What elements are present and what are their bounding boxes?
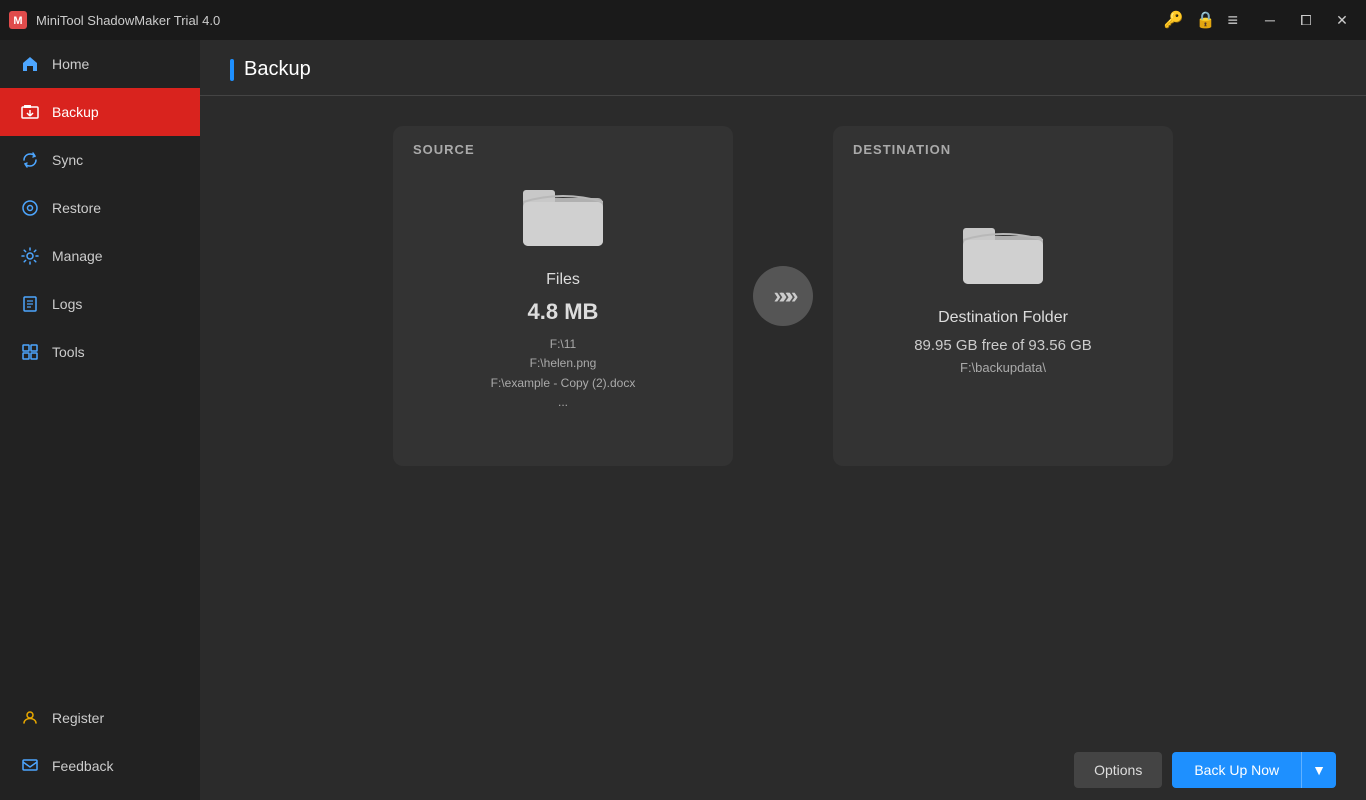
destination-path: F:\backupdata\	[960, 360, 1046, 375]
source-card[interactable]: SOURCE Files	[393, 126, 733, 466]
sidebar-item-home[interactable]: Home	[0, 40, 200, 88]
source-size: 4.8 MB	[528, 299, 599, 325]
sidebar-item-manage[interactable]: Manage	[0, 232, 200, 280]
destination-folder-icon	[963, 218, 1043, 293]
backup-content: SOURCE Files	[200, 96, 1366, 740]
backup-now-dropdown-button[interactable]: ▼	[1301, 752, 1336, 788]
app-logo-icon: M	[8, 10, 28, 30]
page-header: Backup	[200, 40, 1366, 96]
register-icon	[20, 708, 40, 728]
destination-card[interactable]: DESTINATION Destinat	[833, 126, 1173, 466]
title-bar-left: M MiniTool ShadowMaker Trial 4.0	[8, 10, 220, 30]
source-paths: F:\11 F:\helen.png F:\example - Copy (2)…	[491, 335, 636, 412]
source-folder-icon	[523, 180, 603, 255]
feedback-icon	[20, 756, 40, 776]
logs-icon	[20, 294, 40, 314]
sidebar-item-sync[interactable]: Sync	[0, 136, 200, 184]
sidebar-item-backup-label: Backup	[52, 104, 99, 120]
sidebar-item-home-label: Home	[52, 56, 89, 72]
titlebar-utilities: 🔑 🔒 ≡	[1164, 10, 1238, 31]
destination-label: DESTINATION	[853, 142, 951, 157]
svg-text:M: M	[13, 15, 22, 27]
key-icon[interactable]: 🔑	[1164, 10, 1184, 30]
backup-now-button[interactable]: Back Up Now	[1172, 752, 1301, 788]
tools-icon	[20, 342, 40, 362]
sidebar-item-backup[interactable]: Backup	[0, 88, 200, 136]
source-label: SOURCE	[413, 142, 475, 157]
sync-icon	[20, 150, 40, 170]
source-path-1: F:\11	[491, 335, 636, 354]
sidebar-item-tools[interactable]: Tools	[0, 328, 200, 376]
destination-free-space: 89.95 GB free of 93.56 GB	[914, 337, 1092, 354]
app-title: MiniTool ShadowMaker Trial 4.0	[36, 13, 220, 28]
register-label: Register	[52, 710, 104, 726]
title-bar: M MiniTool ShadowMaker Trial 4.0 🔑 🔒 ≡ ─…	[0, 0, 1366, 40]
restore-icon	[20, 198, 40, 218]
sidebar-item-logs[interactable]: Logs	[0, 280, 200, 328]
menu-icon[interactable]: ≡	[1227, 10, 1238, 31]
sidebar-item-logs-label: Logs	[52, 296, 82, 312]
home-icon	[20, 54, 40, 74]
options-button[interactable]: Options	[1074, 752, 1162, 788]
restore-button[interactable]: ⧠	[1290, 6, 1322, 34]
backup-now-wrapper: Back Up Now ▼	[1172, 752, 1336, 788]
destination-name: Destination Folder	[938, 309, 1068, 327]
sidebar-item-restore[interactable]: Restore	[0, 184, 200, 232]
source-path-2: F:\helen.png	[491, 354, 636, 373]
sidebar-item-manage-label: Manage	[52, 248, 103, 264]
source-name: Files	[546, 271, 580, 289]
sidebar-item-feedback[interactable]: Feedback	[0, 742, 200, 790]
content-area: Backup SOURCE	[200, 40, 1366, 800]
page-title: Backup	[244, 58, 311, 81]
cards-row: SOURCE Files	[230, 126, 1336, 466]
sidebar-item-tools-label: Tools	[52, 344, 85, 360]
minimize-button[interactable]: ─	[1254, 6, 1286, 34]
manage-icon	[20, 246, 40, 266]
main-layout: Home Backup Syn	[0, 40, 1366, 800]
footer: Options Back Up Now ▼	[200, 740, 1366, 800]
source-path-ellipsis: ...	[491, 393, 636, 412]
sidebar: Home Backup Syn	[0, 40, 200, 800]
close-button[interactable]: ✕	[1326, 6, 1358, 34]
header-indicator	[230, 59, 234, 81]
backup-icon	[20, 102, 40, 122]
arrow-button[interactable]: »»»	[753, 266, 813, 326]
sidebar-item-register[interactable]: Register	[0, 694, 200, 742]
sidebar-bottom: Register Feedback	[0, 694, 200, 800]
source-path-3: F:\example - Copy (2).docx	[491, 374, 636, 393]
sidebar-item-restore-label: Restore	[52, 200, 101, 216]
title-bar-right: 🔑 🔒 ≡ ─ ⧠ ✕	[1164, 6, 1358, 34]
lock-icon[interactable]: 🔒	[1196, 10, 1216, 30]
sidebar-item-sync-label: Sync	[52, 152, 83, 168]
feedback-label: Feedback	[52, 758, 113, 774]
